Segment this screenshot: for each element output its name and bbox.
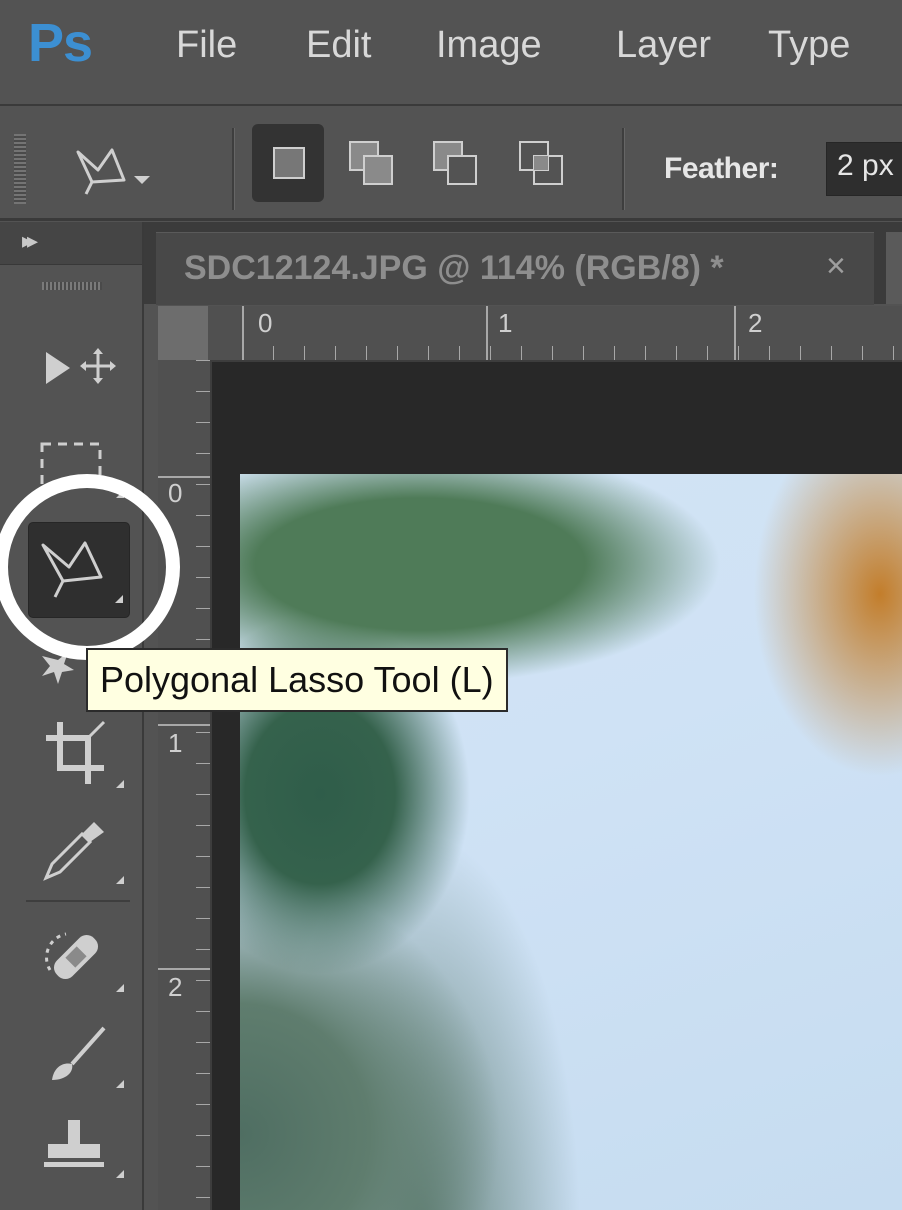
eyedropper-icon — [43, 822, 124, 884]
menu-layer[interactable]: Layer — [616, 24, 711, 67]
healing-brush-tool[interactable] — [28, 912, 128, 1006]
vertical-ruler[interactable]: 0 1 2 — [158, 360, 212, 1210]
brush-icon — [52, 1026, 124, 1088]
polygonal-lasso-icon — [76, 148, 150, 195]
stamp-icon — [44, 1120, 124, 1178]
divider — [622, 128, 625, 210]
toolbox-grip[interactable] — [42, 282, 102, 290]
new-selection-button[interactable] — [252, 124, 324, 202]
bandage-icon — [45, 932, 124, 992]
subtract-from-selection-button[interactable] — [420, 124, 492, 202]
tool-tooltip: Polygonal Lasso Tool (L) — [86, 648, 508, 712]
crop-icon — [46, 720, 124, 788]
ruler-minor-ticks — [242, 346, 902, 360]
subtract-from-selection-icon — [433, 141, 477, 185]
intersect-selection-icon — [519, 141, 563, 185]
document-tab-title: SDC12124.JPG @ 114% (RGB/8) * — [184, 249, 724, 287]
rectangular-marquee-icon — [40, 442, 124, 498]
toolbox: ▸▸ — [0, 222, 144, 1210]
brush-tool[interactable] — [28, 1008, 128, 1102]
ruler-label: 0 — [258, 308, 273, 338]
feather-input[interactable]: 2 px — [826, 142, 902, 196]
options-bar-grip[interactable] — [14, 134, 26, 204]
crop-tool[interactable] — [28, 708, 128, 802]
document-tab[interactable]: SDC12124.JPG @ 114% (RGB/8) * × — [156, 232, 874, 305]
tool-preset-picker[interactable] — [72, 142, 154, 198]
toolbox-collapse-bar[interactable]: ▸▸ — [0, 222, 142, 265]
photoshop-logo: Ps — [28, 13, 93, 73]
menu-edit[interactable]: Edit — [306, 24, 371, 67]
options-bar: Feather: 2 px — [0, 106, 902, 221]
next-document-tab[interactable] — [886, 232, 902, 304]
horizontal-ruler[interactable]: 0 1 2 — [208, 306, 902, 362]
ruler-minor-ticks — [196, 360, 210, 1210]
menu-file[interactable]: File — [176, 24, 237, 67]
move-tool[interactable] — [28, 322, 128, 416]
intersect-selection-button[interactable] — [506, 124, 578, 202]
divider — [232, 128, 235, 210]
expand-arrows-icon[interactable]: ▸▸ — [22, 228, 38, 254]
menu-image[interactable]: Image — [436, 24, 542, 67]
feather-label: Feather: — [664, 152, 779, 185]
menu-type[interactable]: Type — [768, 24, 850, 67]
menu-bar: Ps File Edit Image Layer Type — [0, 0, 902, 106]
eyedropper-tool[interactable] — [28, 804, 128, 898]
new-selection-icon — [273, 147, 305, 179]
move-icon — [46, 348, 116, 384]
ruler-label: 1 — [498, 308, 513, 338]
polygonal-lasso-tool[interactable] — [28, 522, 130, 618]
dropdown-arrow-icon — [134, 176, 150, 184]
ruler-origin[interactable] — [158, 306, 208, 360]
polygonal-lasso-icon — [41, 541, 123, 603]
ruler-label: 2 — [748, 308, 763, 338]
document-image[interactable] — [240, 474, 902, 1210]
clone-stamp-tool[interactable] — [28, 1098, 128, 1192]
toolbox-divider — [26, 900, 130, 902]
marquee-tool[interactable] — [28, 418, 128, 512]
add-to-selection-icon — [349, 141, 393, 185]
ruler-label: 2 — [168, 972, 183, 1002]
ruler-label: 1 — [168, 728, 183, 758]
add-to-selection-button[interactable] — [336, 124, 408, 202]
close-icon[interactable]: × — [826, 247, 846, 286]
document-tab-bar: SDC12124.JPG @ 114% (RGB/8) * × — [144, 222, 902, 305]
ruler-label: 0 — [168, 478, 183, 508]
